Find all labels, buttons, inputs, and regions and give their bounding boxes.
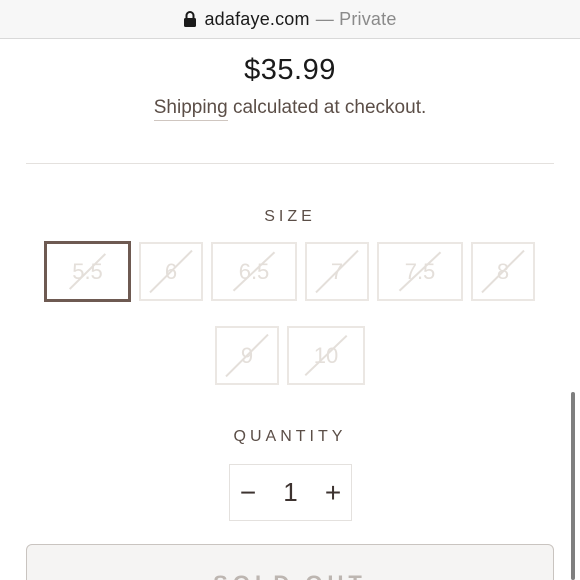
size-option-label: 9 <box>240 342 254 368</box>
size-option-label: 7 <box>330 258 344 284</box>
size-option-label: 10 <box>313 342 339 368</box>
lock-icon <box>184 11 197 27</box>
private-indicator: — Private <box>315 8 397 29</box>
size-label: SIZE <box>264 208 316 225</box>
size-option-label: 5.5 <box>72 258 103 284</box>
quantity-label: QUANTITY <box>233 428 347 445</box>
quantity-stepper: − 1 + <box>229 464 352 521</box>
increase-quantity-button[interactable]: + <box>315 465 351 520</box>
url-domain: adafaye.com <box>204 8 310 29</box>
size-option-6-5[interactable]: 6.5 <box>211 242 297 301</box>
size-option-6[interactable]: 6 <box>139 242 203 301</box>
size-option-9[interactable]: 9 <box>215 326 279 385</box>
scrollbar[interactable] <box>571 392 575 580</box>
size-option-label: 6 <box>164 258 178 284</box>
divider <box>26 163 554 164</box>
shipping-note-text: calculated at checkout. <box>227 97 427 118</box>
url-bar[interactable]: adafaye.com — Private <box>0 0 580 39</box>
quantity-value[interactable]: 1 <box>266 477 315 508</box>
size-option-label: 7.5 <box>404 258 436 284</box>
size-option-7[interactable]: 7 <box>305 242 369 301</box>
size-option-8[interactable]: 8 <box>471 242 535 301</box>
size-option-7-5[interactable]: 7.5 <box>377 242 463 301</box>
shipping-note: Shipping calculated at checkout. <box>0 97 580 121</box>
shipping-link[interactable]: Shipping <box>153 97 228 121</box>
size-option-5-5[interactable]: 5.5 <box>44 241 131 302</box>
size-option-label: 8 <box>496 258 510 284</box>
sold-out-button[interactable]: SOLD OUT <box>26 544 554 580</box>
size-option-label: 6.5 <box>238 258 270 284</box>
size-option-10[interactable]: 10 <box>287 326 365 385</box>
product-price: $35.99 <box>244 54 336 86</box>
decrease-quantity-button[interactable]: − <box>230 465 266 520</box>
product-page: adafaye.com — Private $35.99 Shipping ca… <box>0 0 580 580</box>
sold-out-label: SOLD OUT <box>213 571 367 580</box>
